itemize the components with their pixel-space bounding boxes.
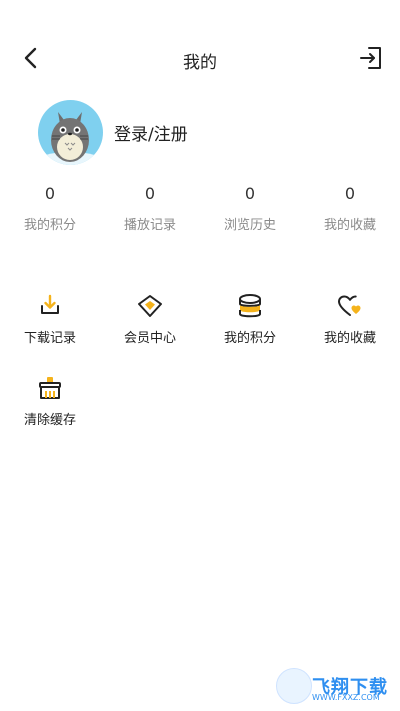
totoro-avatar-icon bbox=[38, 112, 103, 165]
top-bar: 我的 bbox=[0, 38, 400, 78]
menu-item-label: 清除缓存 bbox=[23, 413, 76, 428]
avatar[interactable] bbox=[38, 100, 103, 165]
stat-browse-history[interactable]: 0 浏览历史 bbox=[200, 184, 300, 233]
menu-item-label: 我的收藏 bbox=[323, 331, 376, 346]
menu-grid-row-2: 清除缓存 bbox=[0, 374, 400, 428]
menu-item-my-points[interactable]: 我的积分 bbox=[200, 292, 300, 346]
stat-label: 浏览历史 bbox=[223, 218, 276, 233]
stat-value: 0 bbox=[244, 184, 256, 203]
coins-icon bbox=[239, 294, 261, 318]
menu-item-download-records[interactable]: 下载记录 bbox=[0, 292, 100, 346]
stat-points[interactable]: 0 我的积分 bbox=[0, 184, 100, 233]
menu-item-clear-cache[interactable]: 清除缓存 bbox=[0, 374, 100, 428]
login-register-link[interactable]: 登录/注册 bbox=[114, 120, 188, 145]
menu-item-my-favorites[interactable]: 我的收藏 bbox=[300, 292, 400, 346]
site-watermark: 飞翔下载 WWW.FXXZ.COM bbox=[276, 668, 390, 704]
watermark-url: WWW.FXXZ.COM bbox=[312, 693, 380, 702]
stat-label: 我的收藏 bbox=[323, 218, 376, 233]
stat-label: 我的积分 bbox=[23, 218, 76, 233]
watermark-logo-icon bbox=[276, 668, 312, 704]
download-icon bbox=[41, 294, 59, 314]
stat-value: 0 bbox=[144, 184, 156, 203]
menu-item-label: 我的积分 bbox=[223, 331, 276, 346]
broom-icon bbox=[39, 377, 61, 399]
menu-grid-row-1: 下载记录 会员中心 我的积分 我的收藏 bbox=[0, 292, 400, 346]
menu-item-label: 会员中心 bbox=[123, 331, 176, 346]
login-exit-icon[interactable] bbox=[358, 45, 384, 71]
profile-card[interactable]: 登录/注册 bbox=[38, 100, 378, 166]
menu-item-label: 下载记录 bbox=[23, 331, 76, 346]
stat-favorites[interactable]: 0 我的收藏 bbox=[300, 184, 400, 233]
page-title: 我的 bbox=[183, 53, 217, 73]
stat-value: 0 bbox=[44, 184, 56, 203]
stat-play-history[interactable]: 0 播放记录 bbox=[100, 184, 200, 233]
stat-label: 播放记录 bbox=[123, 218, 176, 233]
menu-item-vip-center[interactable]: 会员中心 bbox=[100, 292, 200, 346]
stat-value: 0 bbox=[344, 184, 356, 203]
stats-row: 0 我的积分 0 播放记录 0 浏览历史 0 我的收藏 bbox=[0, 184, 400, 233]
diamond-icon bbox=[138, 295, 162, 317]
heart-icon bbox=[338, 295, 361, 316]
